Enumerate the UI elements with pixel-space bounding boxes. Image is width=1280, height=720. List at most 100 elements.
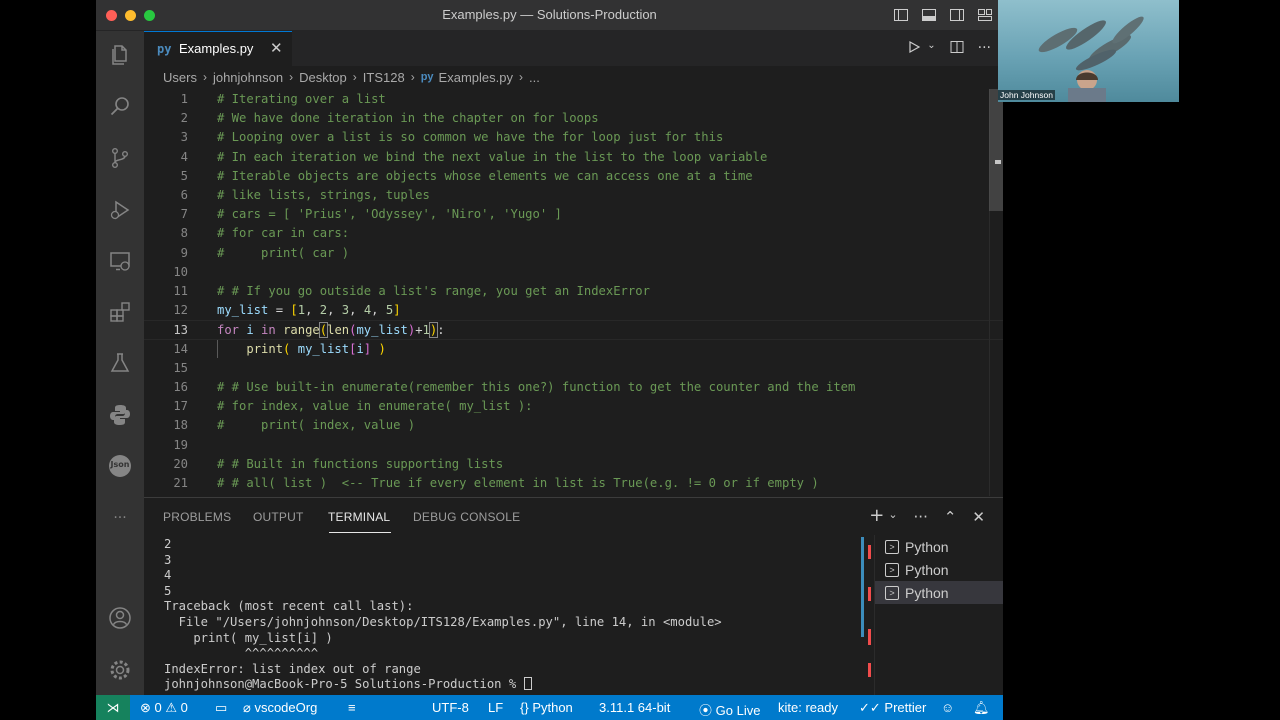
interpreter-status[interactable]: 3.11.1 64-bit	[599, 700, 670, 715]
comment: # for car in cars:	[217, 226, 350, 241]
json-icon[interactable]: Json	[108, 454, 132, 478]
error-marker	[868, 587, 871, 601]
line-number: 12	[173, 303, 188, 318]
feedback-icon[interactable]: ☺	[941, 700, 954, 715]
window-icon[interactable]: ▭	[215, 700, 227, 716]
terminal-scrollbar[interactable]	[860, 537, 872, 695]
kite-status[interactable]: kite: ready	[778, 700, 838, 715]
code-statement: my_list = [1, 2, 3, 4, 5]	[217, 303, 401, 318]
org-status[interactable]: ⌀ vscodeOrg	[243, 700, 317, 716]
comment: # print( index, value )	[217, 418, 416, 433]
status-bar: ⋊ ⊗ 0 ⚠ 0 ▭ ⌀ vscodeOrg ≡ UTF-8 LF {} Py…	[96, 695, 1003, 720]
python-icon[interactable]	[108, 403, 132, 427]
tab-examples-py[interactable]: py Examples.py ✕	[144, 31, 292, 66]
search-icon[interactable]	[108, 94, 132, 118]
close-panel-icon[interactable]: ✕	[972, 508, 985, 526]
terminal-item-label: Python	[905, 584, 949, 601]
code-line: 12 my_list = [1, 2, 3, 4, 5]	[144, 301, 1003, 320]
run-file-icon[interactable]	[907, 40, 921, 58]
breadcrumb-johnjohnson[interactable]: johnjohnson	[213, 70, 283, 85]
more-actions-icon[interactable]: ···	[914, 508, 928, 526]
terminal-output[interactable]: 2 3 4 5 Traceback (most recent call last): F…	[164, 537, 854, 695]
toggle-secondary-sidebar-icon[interactable]	[949, 7, 965, 23]
files-icon[interactable]	[108, 43, 132, 67]
toggle-sidebar-icon[interactable]	[893, 7, 909, 23]
org-icon: ⌀	[243, 700, 251, 715]
remote-explorer-icon[interactable]	[108, 249, 132, 273]
code-editor[interactable]: 1 # Iterating over a list 2 # We have done…	[144, 89, 1003, 496]
go-live-label: Go Live	[715, 703, 761, 718]
terminal-line: 5	[164, 583, 172, 598]
problems-status[interactable]: ⊗ 0 ⚠ 0	[140, 700, 188, 716]
code-line: 5 # Iterable objects are objects whose el…	[144, 167, 1003, 186]
check-all-icon: ✓✓	[859, 700, 881, 715]
code-line: 14 print( my_list[i] )	[144, 340, 1003, 359]
new-terminal-icon[interactable]: +	[869, 505, 884, 526]
line-number: 2	[180, 111, 188, 126]
terminal-item-python-3[interactable]: > Python	[875, 581, 1003, 604]
editor-tabs: py Examples.py ✕ ⌄ ···	[144, 31, 1003, 66]
tab-output[interactable]: OUTPUT	[253, 510, 304, 524]
toggle-panel-icon[interactable]	[921, 7, 937, 23]
scrollbar-thumb[interactable]	[989, 89, 1003, 211]
run-dropdown-icon[interactable]: ⌄	[927, 40, 935, 58]
breadcrumb-desktop[interactable]: Desktop	[299, 70, 347, 85]
maximize-panel-icon[interactable]: ⌃	[944, 508, 957, 526]
breadcrumb-its128[interactable]: ITS128	[363, 70, 405, 85]
comment: # print( car )	[217, 245, 350, 260]
extensions-icon[interactable]	[108, 300, 132, 324]
webcam-overlay: John Johnson	[998, 0, 1179, 102]
code-line: 21 # # all( list ) <-- True if every elem…	[144, 474, 1003, 493]
menu-icon[interactable]: ≡	[348, 700, 356, 715]
line-number: 16	[173, 380, 188, 394]
comment: # We have done iteration in the chapter …	[217, 111, 599, 126]
tab-close-icon[interactable]: ✕	[270, 39, 283, 57]
settings-gear-icon[interactable]	[108, 658, 132, 682]
encoding-status[interactable]: UTF-8	[432, 700, 469, 715]
code-line: 8 # for car in cars:	[144, 224, 1003, 243]
broadcast-icon: ⦿	[699, 703, 713, 718]
code-line: 17 # for index, value in enumerate( my_li…	[144, 397, 1003, 416]
prettier-status[interactable]: ✓✓ Prettier	[859, 700, 926, 716]
split-editor-icon[interactable]	[950, 40, 964, 58]
testing-icon[interactable]	[108, 351, 132, 375]
line-number: 9	[180, 245, 188, 260]
line-number: 18	[173, 418, 188, 433]
remote-indicator[interactable]: ⋊	[96, 695, 130, 720]
terminal-line: Traceback (most recent call last):	[164, 599, 414, 614]
go-live-button[interactable]: ⦿ Go Live	[699, 700, 760, 719]
eol-status[interactable]: LF	[488, 700, 503, 715]
activity-bar: Json ···	[96, 31, 144, 695]
tab-debug-console[interactable]: DEBUG CONSOLE	[413, 510, 520, 524]
terminal-item-python-2[interactable]: > Python	[875, 558, 1003, 581]
terminal-icon: >	[885, 562, 899, 577]
terminal-line: 3	[164, 552, 172, 567]
account-icon[interactable]	[108, 606, 132, 630]
more-actions-icon[interactable]: ···	[978, 40, 991, 58]
breadcrumb-users[interactable]: Users	[163, 70, 197, 85]
webcam-video	[1038, 16, 1144, 102]
code-line: 10	[144, 263, 1003, 282]
scroll-marker	[861, 537, 864, 637]
tab-problems[interactable]: PROBLEMS	[163, 510, 231, 524]
breadcrumb-symbols[interactable]: ...	[529, 70, 540, 85]
tab-terminal[interactable]: TERMINAL	[328, 510, 390, 524]
comment: # In each iteration we bind the next val…	[217, 149, 768, 164]
notifications-bell-icon[interactable]: 🔔︎	[973, 700, 990, 716]
terminal-dropdown-icon[interactable]: ⌄	[888, 508, 897, 526]
line-number: 17	[173, 399, 188, 414]
language-status[interactable]: {} Python	[520, 700, 573, 715]
code-statement: print( my_list[i] )	[246, 341, 386, 356]
editor-scrollbar[interactable]	[989, 89, 1003, 496]
source-control-icon[interactable]	[108, 146, 132, 170]
terminal-item-python-1[interactable]: > Python	[875, 535, 1003, 558]
code-statement: for i in range(len(my_list)+1):	[217, 322, 445, 339]
breadcrumb-examples-py[interactable]: Examples.py	[439, 70, 513, 85]
braces-icon: {}	[520, 700, 529, 715]
run-debug-icon[interactable]	[108, 198, 132, 222]
more-icon[interactable]: ···	[108, 506, 132, 530]
customize-layout-icon[interactable]	[977, 7, 993, 23]
comment: # # all( list ) <-- True if every elemen…	[217, 476, 819, 490]
error-count: 0	[154, 700, 162, 715]
line-number: 1	[180, 92, 188, 106]
